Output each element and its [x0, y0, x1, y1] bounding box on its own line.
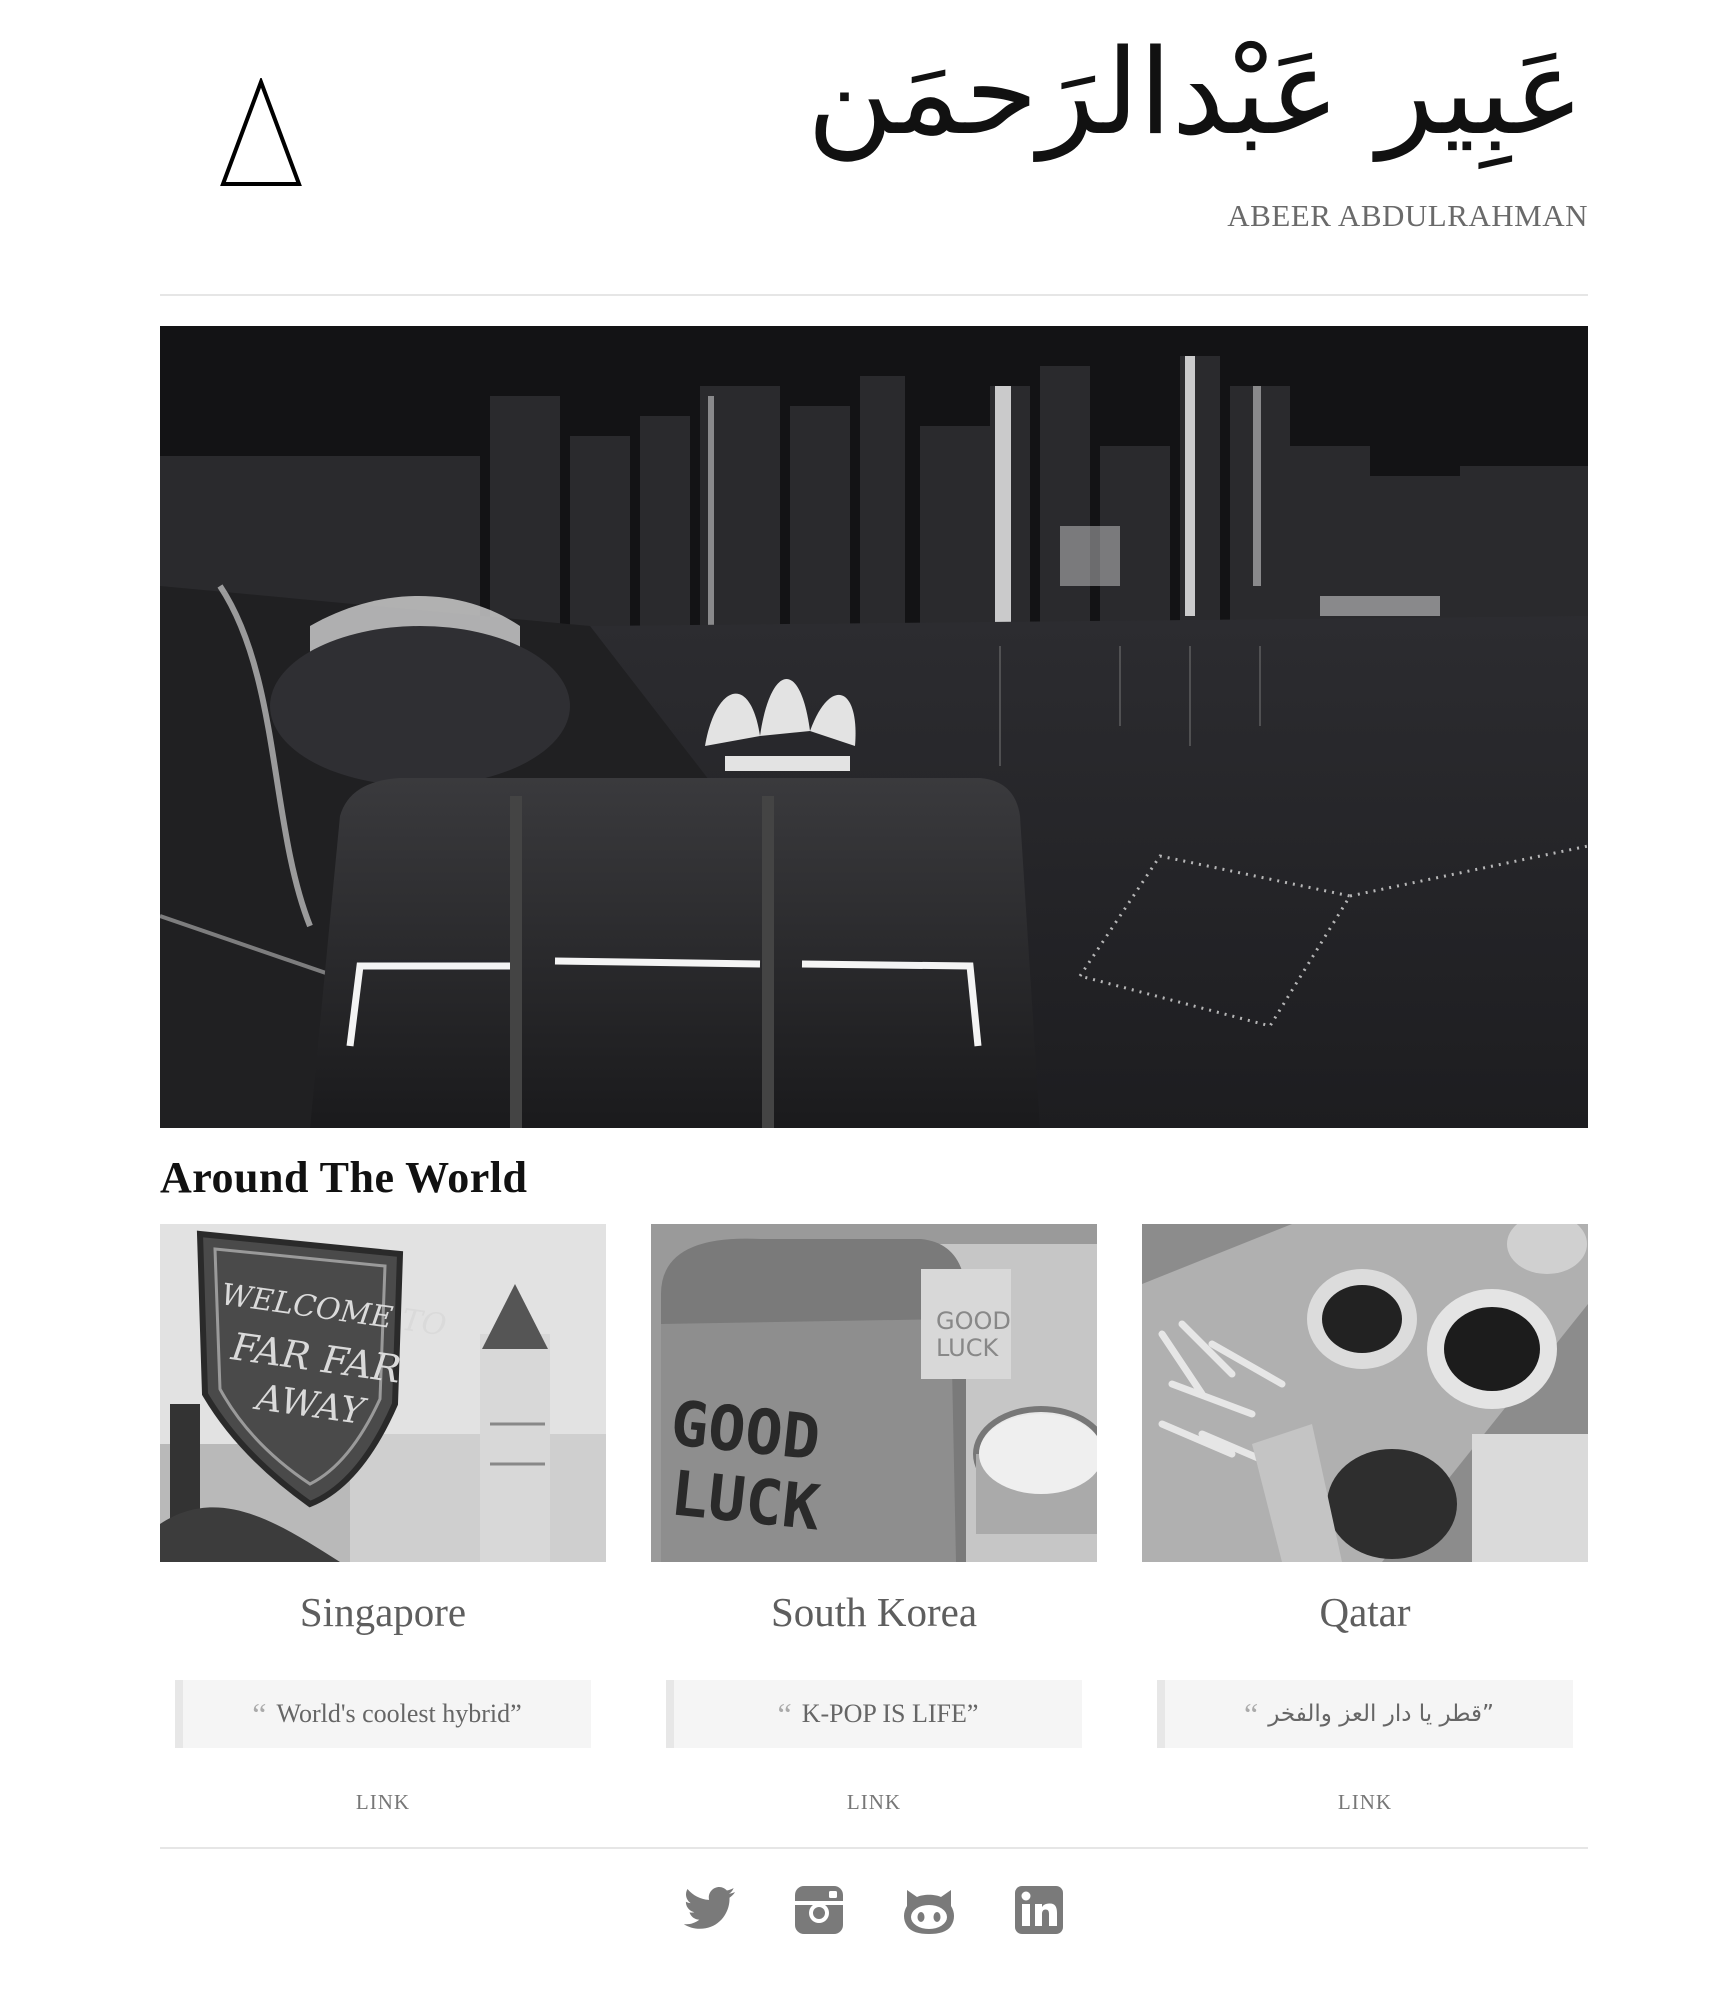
- card-quote: “ قطر يا دار العز والفخر”: [1157, 1680, 1573, 1748]
- github-icon[interactable]: [901, 1884, 957, 1936]
- far-far-away-sign-photo: WELCOME TO FAR FAR AWAY: [160, 1224, 606, 1562]
- instagram-icon[interactable]: [791, 1884, 847, 1936]
- arabic-name: عَبِير عَبْدالرَحمَن: [806, 23, 1584, 161]
- card-title: Singapore: [299, 1589, 467, 1635]
- quote-icon: “: [252, 1695, 267, 1732]
- quote-text: قطر يا دار العز والفخر”: [1268, 1701, 1494, 1727]
- svg-text:LUCK: LUCK: [667, 1456, 824, 1544]
- svg-text:GOOD: GOOD: [936, 1307, 1011, 1335]
- twitter-icon[interactable]: [681, 1884, 737, 1936]
- svg-text:LUCK: LUCK: [936, 1334, 1000, 1362]
- card-qatar: Qatar “ قطر يا دار العز والفخر” LINK: [1142, 1224, 1588, 1815]
- latin-name: ABEER ABDULRAHMAN: [1227, 198, 1588, 233]
- card-link[interactable]: LINK: [160, 1790, 606, 1815]
- quote-icon: “: [777, 1695, 792, 1732]
- card-link[interactable]: LINK: [651, 1790, 1097, 1815]
- fries-and-drinks-photo: [1142, 1224, 1588, 1562]
- page: عَبِير عَبْدالرَحمَن ABEER ABDULRAHMAN A…: [160, 0, 1588, 1934]
- card-title: Qatar: [1319, 1589, 1411, 1635]
- header: عَبِير عَبْدالرَحمَن ABEER ABDULRAHMAN: [160, 0, 1588, 296]
- linkedin-icon[interactable]: [1011, 1884, 1067, 1936]
- card-title: South Korea: [770, 1589, 978, 1635]
- card-link[interactable]: LINK: [1142, 1790, 1588, 1815]
- divider: [160, 1847, 1588, 1849]
- card-quote: “ World's coolest hybrid”: [175, 1680, 591, 1748]
- card-south-korea: GOOD LUCK GOOD LUCK South Korea “ K-POP …: [651, 1224, 1097, 1815]
- quote-text: World's coolest hybrid”: [276, 1699, 522, 1728]
- card-singapore: WELCOME TO FAR FAR AWAY Singapore “ Worl…: [160, 1224, 606, 1815]
- card-quote: “ K-POP IS LIFE”: [666, 1680, 1082, 1748]
- section-title: Around The World: [160, 1153, 528, 1202]
- divider: [160, 294, 1588, 296]
- triangle-icon[interactable]: [220, 78, 302, 190]
- quote-text: K-POP IS LIFE”: [801, 1699, 979, 1728]
- quote-icon: “: [1244, 1695, 1259, 1732]
- hero-image: [160, 326, 1588, 1128]
- good-luck-toast-photo: GOOD LUCK GOOD LUCK: [651, 1224, 1097, 1562]
- social-links: [160, 1884, 1588, 1936]
